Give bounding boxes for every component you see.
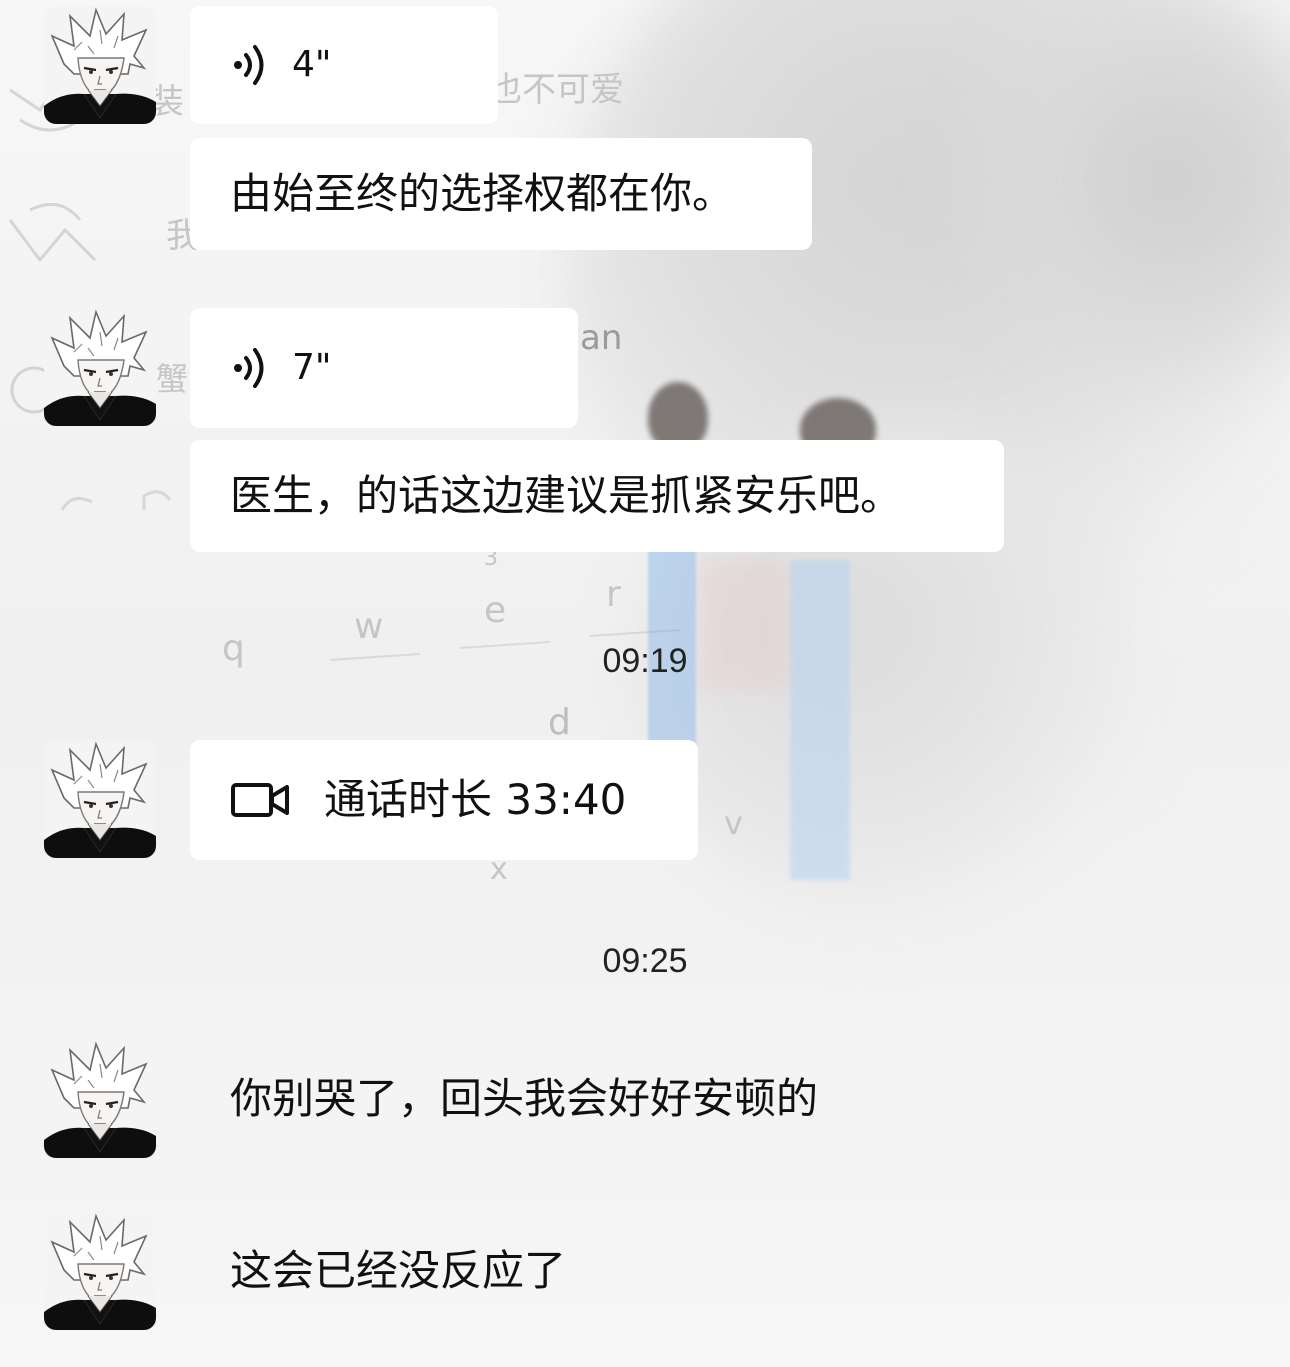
voice-duration: 7" xyxy=(292,347,332,388)
avatar[interactable] xyxy=(44,308,156,426)
video-camera-icon xyxy=(231,783,289,817)
voice-wave-icon xyxy=(234,45,264,85)
avatar-image xyxy=(44,1212,156,1330)
chat-message-list[interactable]: 4" 由始至终的选择权都在你。 7" 医生，的话这边建议是抓紧安乐吧。 09:1… xyxy=(0,0,1290,1367)
voice-duration: 4" xyxy=(292,44,332,85)
text-message-bubble[interactable]: 你别哭了，回头我会好好安顿的 xyxy=(190,1040,950,1158)
message-text: 这会已经没反应了 xyxy=(230,1246,567,1295)
avatar-image xyxy=(44,308,156,426)
message-text: 医生，的话这边建议是抓紧安乐吧。 xyxy=(230,471,903,520)
text-message-bubble[interactable]: 这会已经没反应了 xyxy=(190,1212,710,1330)
text-message-bubble[interactable]: 医生，的话这边建议是抓紧安乐吧。 xyxy=(190,440,1004,552)
text-message-bubble[interactable]: 由始至终的选择权都在你。 xyxy=(190,138,812,250)
avatar[interactable] xyxy=(44,6,156,124)
voice-wave-icon xyxy=(234,348,264,388)
message-text: 你别哭了，回头我会好好安顿的 xyxy=(230,1074,819,1123)
avatar-image xyxy=(44,6,156,124)
video-call-bubble[interactable]: 通话时长 33:40 xyxy=(190,740,698,860)
avatar[interactable] xyxy=(44,1040,156,1158)
voice-message-bubble[interactable]: 4" xyxy=(190,6,498,124)
call-duration-text: 通话时长 33:40 xyxy=(324,775,627,824)
avatar-image xyxy=(44,1040,156,1158)
voice-message-bubble[interactable]: 7" xyxy=(190,308,578,428)
avatar-image xyxy=(44,740,156,858)
avatar[interactable] xyxy=(44,1212,156,1330)
timestamp: 09:25 xyxy=(602,942,688,980)
timestamp: 09:19 xyxy=(602,642,688,680)
avatar[interactable] xyxy=(44,740,156,858)
message-text: 由始至终的选择权都在你。 xyxy=(230,169,735,218)
